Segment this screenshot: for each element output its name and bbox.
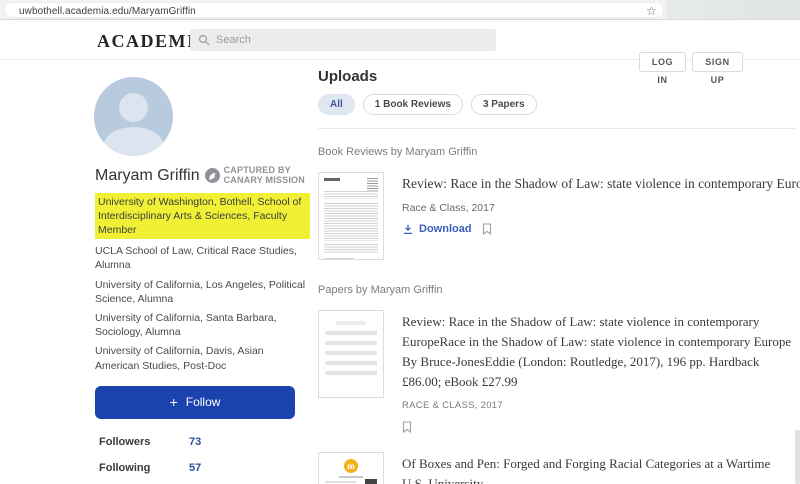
item-meta: RACE & CLASS, 2017 — [402, 399, 503, 411]
bookmark-icon[interactable] — [402, 421, 412, 433]
avatar-head-shape — [119, 93, 148, 122]
browser-chrome: uwbothell.academia.edu/MaryamGriffin ☆ — [0, 0, 800, 20]
thumb-text-shape — [325, 480, 357, 483]
tab-all[interactable]: All — [318, 94, 355, 115]
site-header: ACADEMIA LOG IN SIGN UP — [0, 20, 800, 85]
page: uwbothell.academia.edu/MaryamGriffin ☆ A… — [0, 0, 800, 484]
affiliation: UCLA School of Law, Critical Race Studie… — [95, 245, 297, 272]
bookmark-star-icon[interactable]: ☆ — [646, 4, 657, 18]
thumb-text-shape — [324, 203, 378, 241]
bookmark-icon[interactable] — [482, 223, 492, 235]
thumb-text-shape — [325, 331, 377, 335]
affiliation: University of California, Davis, Asian A… — [95, 345, 264, 372]
tab-book-reviews[interactable]: 1 Book Reviews — [362, 94, 463, 115]
thumb-text-shape — [325, 341, 377, 345]
plus-icon: + — [169, 394, 178, 411]
follow-button[interactable]: + Follow — [95, 385, 295, 419]
section-heading-papers: Papers by Maryam Griffin — [318, 284, 443, 296]
item-meta: Race & Class, 2017 — [402, 201, 495, 214]
search-input[interactable] — [190, 29, 496, 51]
avatar[interactable] — [94, 77, 173, 156]
profile-sidebar: Maryam Griffin CAPTURED BY CANARY MISSIO… — [94, 60, 310, 484]
affiliation-highlighted: University of Washington, Bothell, Schoo… — [95, 192, 310, 240]
following-count[interactable]: 57 — [189, 462, 201, 474]
profile-stats: Followers 73 Following 57 Public Views — [95, 429, 310, 484]
profile-name: Maryam Griffin — [95, 166, 200, 184]
tab-papers[interactable]: 3 Papers — [470, 94, 537, 115]
project-muse-logo: m — [344, 458, 358, 473]
canary-mission-badge[interactable]: CAPTURED BY CANARY MISSION — [204, 165, 305, 186]
download-icon — [404, 224, 412, 234]
stat-label: Followers — [99, 435, 151, 448]
list-item-paper: m Of Boxes and Pen: Forged and Forging R… — [318, 451, 795, 484]
affiliation: University of California, Santa Barbara,… — [95, 311, 277, 339]
list-item-paper: Review: Race in the Shadow of Law: state… — [318, 310, 795, 438]
thumb-text-shape — [325, 351, 377, 355]
uploads-title: Uploads — [318, 68, 378, 85]
url-text[interactable]: uwbothell.academia.edu/MaryamGriffin — [19, 6, 196, 17]
thumb-text-shape — [324, 191, 378, 199]
uploads-panel: Uploads All 1 Book Reviews 3 Papers Book… — [318, 60, 800, 484]
scrollbar[interactable] — [795, 430, 800, 484]
thumb-side-shape — [367, 178, 378, 191]
browser-chrome-right — [666, 0, 800, 19]
uploads-filter-tabs: All 1 Book Reviews 3 Papers — [318, 94, 795, 115]
thumb-cover-image — [365, 478, 377, 484]
thumb-text-shape — [339, 475, 363, 478]
affiliation: University of California, Los Angeles, P… — [95, 278, 306, 305]
list-item-book-review: Review: Race in the Shadow of Law: state… — [318, 172, 800, 260]
section-heading-book-reviews: Book Reviews by Maryam Griffin — [318, 146, 478, 158]
paper-thumbnail[interactable] — [318, 172, 384, 260]
paper-thumbnail[interactable] — [318, 310, 384, 398]
badge-text: CAPTURED BY CANARY MISSION — [223, 165, 305, 185]
stat-row-followers: Followers 73 — [99, 429, 310, 455]
avatar-shoulders-shape — [103, 127, 164, 156]
thumb-text-shape — [325, 371, 377, 375]
search-box[interactable] — [190, 29, 496, 51]
stat-row-following: Following 57 — [99, 455, 310, 481]
url-bar[interactable]: uwbothell.academia.edu/MaryamGriffin ☆ — [4, 2, 664, 18]
stat-label: Following — [99, 461, 151, 474]
paper-thumbnail[interactable]: m — [318, 451, 384, 484]
download-link[interactable]: Download — [402, 223, 472, 235]
thumb-text-shape — [336, 321, 366, 325]
thumb-text-shape — [325, 361, 377, 365]
thumb-text-shape — [324, 244, 378, 254]
divider — [318, 128, 795, 129]
item-title[interactable]: Review: Race in the Shadow of Law: state… — [402, 312, 795, 393]
thumb-text-shape — [324, 258, 354, 259]
thumb-title-shape — [324, 178, 340, 181]
follow-label: Follow — [185, 395, 221, 410]
canary-bird-icon — [204, 168, 220, 184]
followers-count[interactable]: 73 — [189, 436, 201, 448]
item-title[interactable]: Of Boxes and Pen: Forged and Forging Rac… — [402, 454, 795, 484]
item-title[interactable]: Review: Race in the Shadow of Law: state… — [402, 174, 800, 195]
